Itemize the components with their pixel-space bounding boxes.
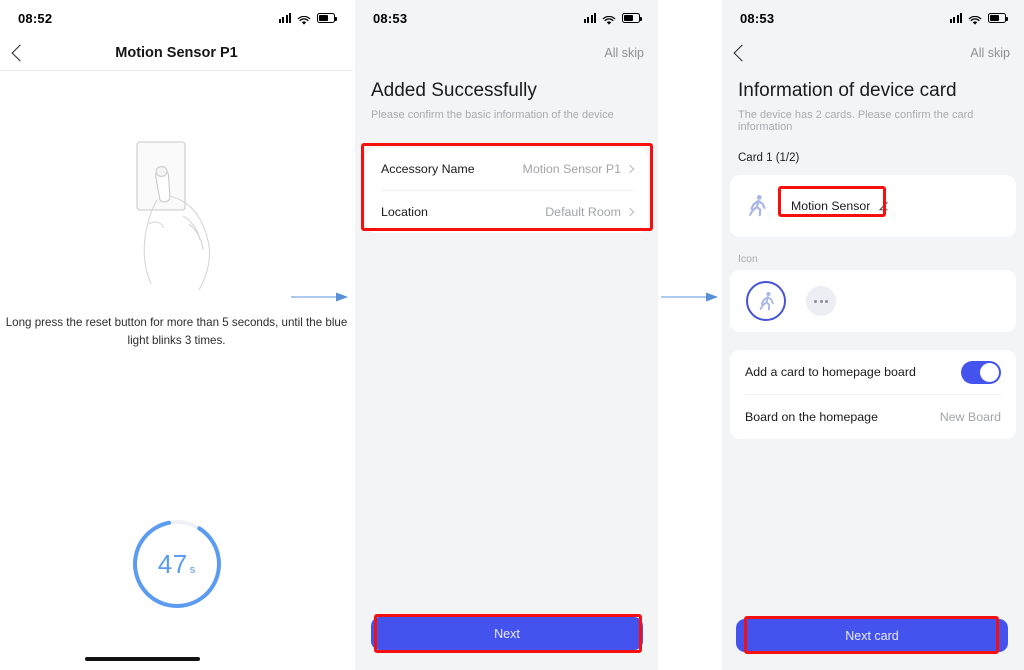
accessory-name-value: Motion Sensor P1 bbox=[522, 162, 635, 176]
add-card-to-homepage-row[interactable]: Add a card to homepage board bbox=[730, 350, 1016, 394]
location-text: Default Room bbox=[545, 205, 621, 219]
nav-bar: All skip bbox=[722, 36, 1024, 70]
page-title: Information of device card bbox=[738, 80, 957, 101]
signal-bars-icon bbox=[583, 13, 596, 23]
chevron-right-icon bbox=[625, 164, 635, 174]
countdown-unit: s bbox=[189, 564, 196, 576]
nav-bar: Motion Sensor P1 bbox=[0, 36, 353, 70]
location-label: Location bbox=[381, 205, 428, 219]
status-time: 08:53 bbox=[373, 10, 408, 26]
accessory-name-label: Accessory Name bbox=[381, 162, 475, 176]
status-bar: 08:53 bbox=[722, 0, 1024, 36]
board-on-homepage-label: Board on the homepage bbox=[745, 410, 878, 424]
chevron-left-icon[interactable] bbox=[733, 44, 751, 62]
next-button[interactable]: Next bbox=[371, 617, 643, 650]
running-person-icon bbox=[746, 194, 768, 218]
pencil-edit-icon bbox=[878, 201, 889, 212]
countdown-timer: 47 s bbox=[0, 516, 353, 612]
accessory-name-text: Motion Sensor P1 bbox=[522, 162, 622, 176]
icon-section-label: Icon bbox=[738, 253, 758, 265]
page-subtitle: The device has 2 cards. Please confirm t… bbox=[738, 109, 974, 133]
wifi-icon bbox=[297, 13, 311, 25]
nav-divider bbox=[0, 70, 353, 71]
icon-picker-card bbox=[730, 270, 1016, 332]
accessory-name-row[interactable]: Accessory Name Motion Sensor P1 bbox=[366, 148, 648, 190]
signal-bars-icon bbox=[278, 13, 291, 23]
status-icons bbox=[949, 13, 1009, 25]
all-skip-button[interactable]: All skip bbox=[604, 46, 644, 60]
card-name-input[interactable]: Motion Sensor bbox=[782, 194, 898, 218]
signal-bars-icon bbox=[949, 13, 962, 23]
flow-arrow-2 bbox=[661, 290, 719, 302]
homepage-settings-card: Add a card to homepage board Board on th… bbox=[730, 350, 1016, 439]
wifi-icon bbox=[602, 13, 616, 25]
phone-panel-pairing: 08:52 Motion Sensor P1 Long press the re… bbox=[0, 0, 353, 670]
wifi-icon bbox=[968, 13, 982, 25]
location-value: Default Room bbox=[545, 205, 635, 219]
card-name-card: Motion Sensor bbox=[730, 175, 1016, 237]
chevron-right-icon bbox=[625, 207, 635, 217]
status-time: 08:53 bbox=[740, 10, 775, 26]
card-index-label: Card 1 (1/2) bbox=[738, 152, 800, 164]
battery-icon bbox=[988, 13, 1009, 23]
battery-icon bbox=[622, 13, 643, 23]
board-on-homepage-value: New Board bbox=[939, 410, 1001, 424]
icon-picker-row bbox=[730, 270, 1016, 332]
status-icons bbox=[583, 13, 643, 25]
phone-panel-device-card-info: 08:53 All skip Information of device car… bbox=[722, 0, 1024, 670]
screenshot-stage: 08:52 Motion Sensor P1 Long press the re… bbox=[0, 0, 1024, 670]
nav-bar: All skip bbox=[355, 36, 658, 70]
running-person-icon[interactable] bbox=[746, 281, 786, 321]
add-card-to-homepage-toggle[interactable] bbox=[961, 360, 1001, 384]
flow-arrow-1 bbox=[291, 290, 349, 302]
home-indicator bbox=[85, 657, 200, 661]
card-name-value: Motion Sensor bbox=[791, 199, 871, 213]
more-dots-icon[interactable] bbox=[806, 286, 836, 316]
phone-panel-added-successfully: 08:53 All skip Added Successfully Please… bbox=[355, 0, 658, 670]
all-skip-button[interactable]: All skip bbox=[970, 46, 1010, 60]
countdown-value: 47 bbox=[157, 549, 188, 579]
next-card-button[interactable]: Next card bbox=[736, 619, 1008, 652]
location-row[interactable]: Location Default Room bbox=[366, 191, 648, 233]
status-bar: 08:53 bbox=[355, 0, 658, 36]
reset-instruction-text: Long press the reset button for more tha… bbox=[5, 316, 348, 347]
add-card-to-homepage-label: Add a card to homepage board bbox=[745, 365, 916, 379]
status-icons bbox=[278, 13, 338, 25]
board-on-homepage-row[interactable]: Board on the homepage New Board bbox=[730, 395, 1016, 439]
page-subtitle: Please confirm the basic information of … bbox=[371, 109, 614, 121]
page-title: Motion Sensor P1 bbox=[115, 45, 238, 61]
basic-info-card: Accessory Name Motion Sensor P1 Location… bbox=[366, 148, 648, 233]
page-title: Added Successfully bbox=[371, 80, 537, 101]
status-bar: 08:52 bbox=[0, 0, 353, 36]
card-name-row[interactable]: Motion Sensor bbox=[730, 175, 1016, 237]
battery-icon bbox=[317, 13, 338, 23]
status-time: 08:52 bbox=[18, 10, 53, 26]
